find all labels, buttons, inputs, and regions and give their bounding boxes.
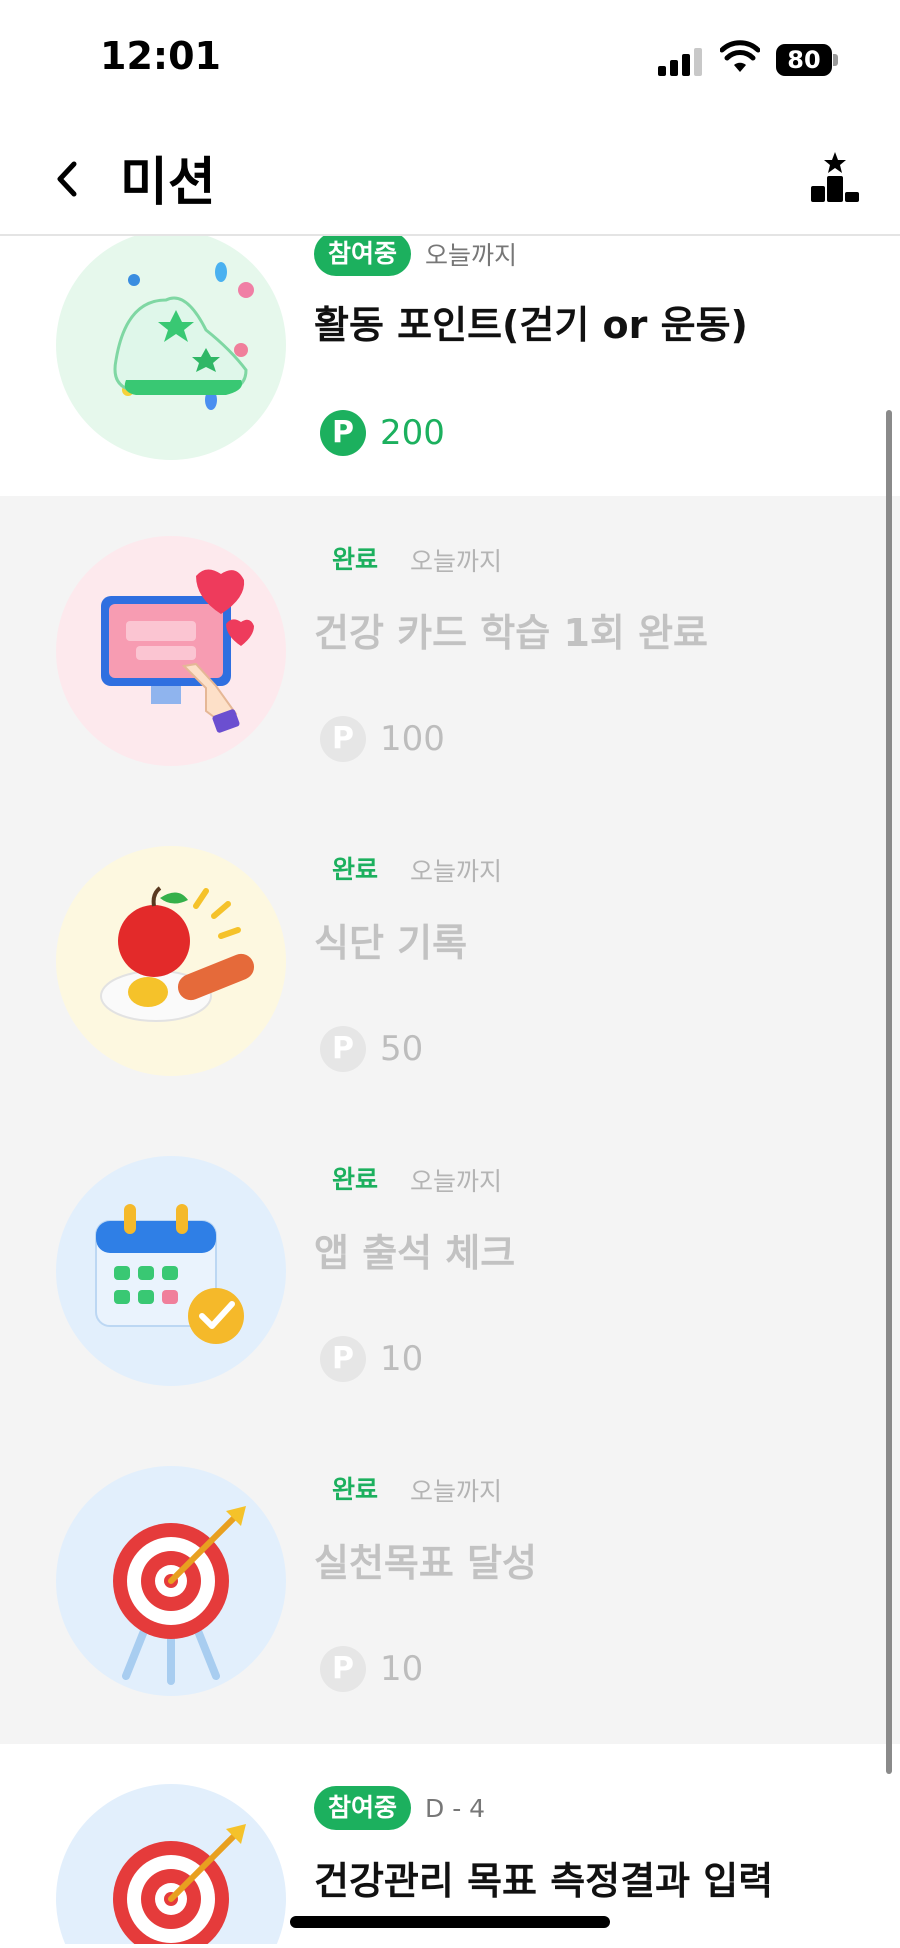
point-value: 10 [380, 1339, 424, 1379]
wifi-icon [720, 40, 760, 72]
home-indicator[interactable] [290, 1916, 610, 1928]
monitor-heart-icon [56, 536, 286, 766]
mission-title: 건강 카드 학습 1회 완료 [314, 611, 708, 655]
point-icon: P [320, 1646, 366, 1692]
sneaker-icon [56, 236, 286, 460]
chevron-left-icon[interactable] [46, 154, 86, 204]
status-badge: 완료 [332, 855, 379, 884]
due-label: 오늘까지 [410, 1167, 503, 1196]
status-bar: 12:01 80 [0, 0, 900, 120]
mission-title: 활동 포인트(걷기 or 운동) [314, 303, 748, 347]
status-badge: 완료 [332, 545, 379, 574]
target-icon [56, 1466, 286, 1696]
points-row: P 100 [320, 716, 445, 762]
mission-item[interactable]: 완료 오늘까지 건강 카드 학습 1회 완료 P 100 [0, 496, 900, 806]
point-icon: P [320, 1336, 366, 1382]
point-value: 50 [380, 1029, 424, 1069]
mission-item[interactable]: 참여중 오늘까지 활동 포인트(걷기 or 운동) P 200 [0, 236, 900, 496]
points-row: P 50 [320, 1026, 423, 1072]
point-icon: P [320, 1026, 366, 1072]
point-icon: P [320, 410, 366, 456]
mission-title: 실천목표 달성 [314, 1541, 537, 1585]
battery-icon: 80 [776, 44, 838, 76]
calendar-check-icon [56, 1156, 286, 1386]
due-label: 오늘까지 [410, 547, 503, 576]
status-badge: 참여중 [314, 236, 412, 276]
point-value: 10 [380, 1649, 424, 1689]
mission-title: 앱 출석 체크 [314, 1231, 516, 1275]
mission-title: 식단 기록 [314, 921, 468, 965]
due-label: D - 4 [425, 1793, 486, 1823]
due-label: 오늘까지 [410, 857, 503, 886]
meal-icon [56, 846, 286, 1076]
points-row: P 10 [320, 1336, 423, 1382]
target-icon [56, 1784, 286, 1944]
due-label: 오늘까지 [410, 1477, 503, 1506]
scrollbar[interactable] [886, 410, 892, 1774]
ranking-podium-icon[interactable] [808, 150, 862, 204]
mission-list: 참여중 오늘까지 활동 포인트(걷기 or 운동) P 200 완료 오늘까지 … [0, 236, 900, 1944]
status-badge: 참여중 [314, 1786, 412, 1830]
due-label: 오늘까지 [425, 241, 518, 270]
status-badge: 완료 [332, 1165, 379, 1194]
status-badge: 완료 [332, 1475, 379, 1504]
points-row: P 200 [320, 410, 445, 456]
point-value: 100 [380, 719, 445, 759]
signal-icon [658, 46, 704, 76]
mission-title: 건강관리 목표 측정결과 입력 [314, 1859, 774, 1903]
page-title: 미션 [120, 153, 216, 213]
points-row: P 10 [320, 1646, 423, 1692]
point-icon: P [320, 716, 366, 762]
mission-item[interactable]: 완료 오늘까지 실천목표 달성 P 10 [0, 1426, 900, 1744]
point-value: 200 [380, 413, 445, 453]
battery-level: 80 [776, 44, 832, 76]
mission-item[interactable]: 참여중 D - 4 건강관리 목표 측정결과 입력 [0, 1744, 900, 1944]
header: 미션 [0, 120, 900, 236]
status-time: 12:01 [100, 34, 221, 78]
mission-item[interactable]: 완료 오늘까지 앱 출석 체크 P 10 [0, 1116, 900, 1426]
mission-item[interactable]: 완료 오늘까지 식단 기록 P 50 [0, 806, 900, 1116]
